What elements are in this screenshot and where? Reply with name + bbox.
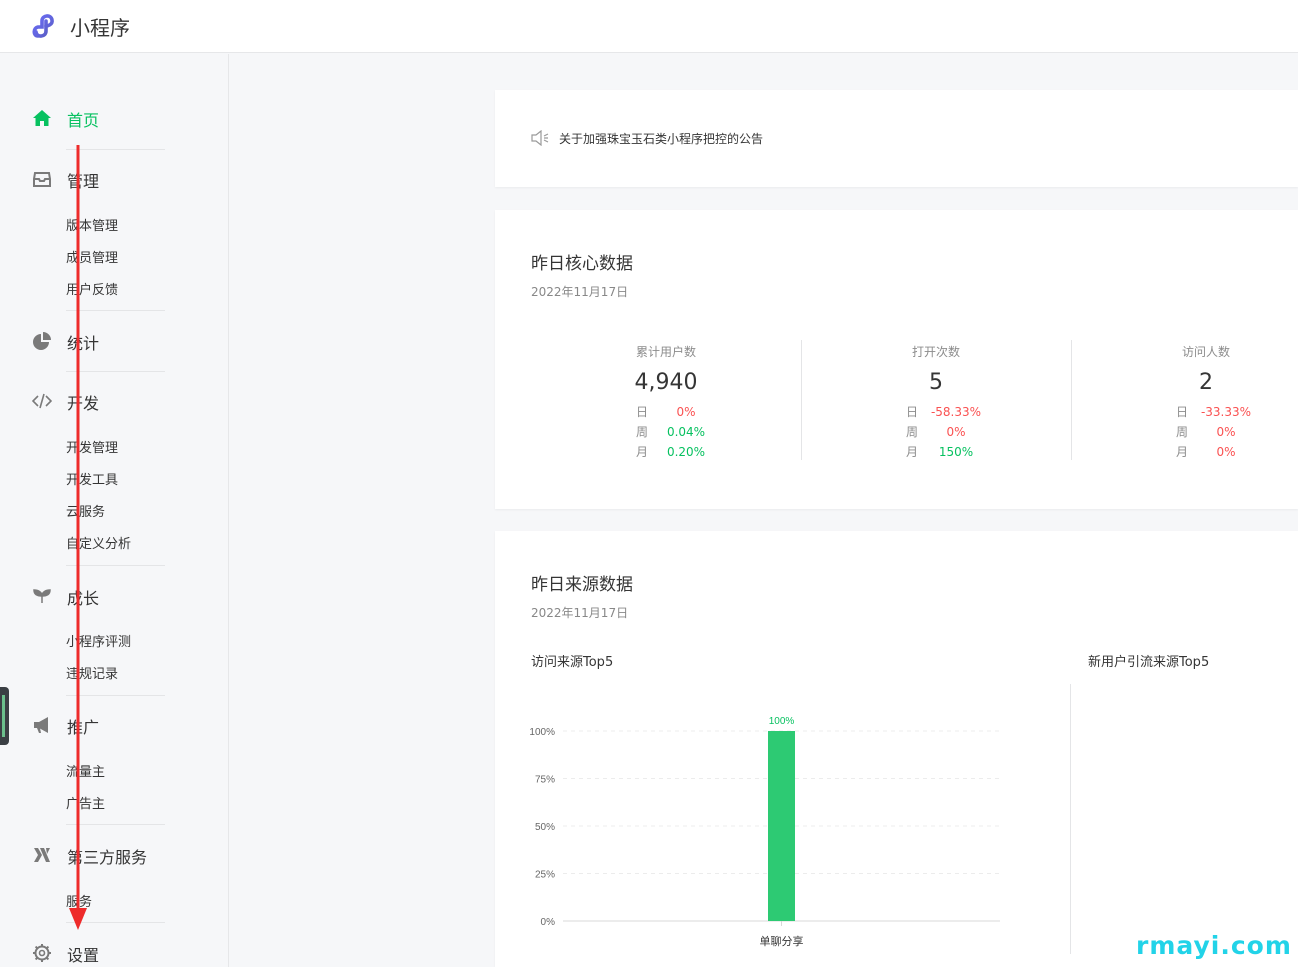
gear-icon — [33, 944, 51, 962]
sidebar-item-growth[interactable]: 成长 — [32, 585, 222, 609]
sidebar-item-promotion[interactable]: 推广 — [32, 714, 222, 738]
stat-row-key: 月 — [636, 445, 649, 459]
stat-row-key: 月 — [1176, 445, 1189, 459]
app-title[interactable]: 小程序 — [70, 12, 130, 41]
top-bar: 小程序 — [0, 0, 1298, 53]
visit-source-bar-chart: 0% 25% 50% 75% 100% 100% 单聊分享 — [529, 716, 1000, 948]
stat-row-value: 0.20% — [666, 445, 706, 459]
y-tick-label: 100% — [529, 727, 555, 738]
stat-row-value: 0% — [676, 405, 696, 419]
divider — [1070, 684, 1071, 954]
side-drawer-handle[interactable] — [0, 687, 9, 745]
x-tick-label: 单聊分享 — [760, 934, 804, 948]
sidebar-item-manage[interactable]: 管理 — [32, 168, 222, 192]
stat-row-key: 日 — [636, 405, 649, 419]
section-title: 昨日核心数据 — [531, 254, 633, 274]
watermark-text: rmayi.com — [1136, 931, 1292, 960]
section-title: 昨日来源数据 — [531, 575, 633, 595]
stat-value: 5 — [929, 370, 943, 395]
stat-row-key: 周 — [906, 425, 919, 439]
stat-value: 4,940 — [634, 370, 698, 395]
annotation-arrow-icon — [69, 145, 87, 930]
third-party-icon — [34, 848, 50, 862]
sidebar-item-develop[interactable]: 开发 — [32, 390, 222, 414]
stat-label: 累计用户数 — [635, 345, 696, 359]
stat-row-key: 月 — [906, 445, 919, 459]
sidebar-item-third-party[interactable]: 第三方服务 — [32, 844, 222, 868]
stat-row-value: 0% — [1216, 445, 1236, 459]
source-data-card: 昨日来源数据 2022年11月17日 访问来源Top5 新用户引流来源Top5 … — [495, 531, 1298, 967]
stat-row-value: 0% — [1216, 425, 1236, 439]
pie-chart-icon — [33, 332, 51, 350]
y-tick-label: 75% — [535, 775, 555, 786]
stat-open-count: 打开次数 5 日 -58.33% 周 0% 月 150% — [801, 343, 1071, 463]
stat-row-key: 日 — [906, 405, 919, 419]
megaphone-icon — [34, 717, 48, 733]
sidebar-item-label: 设置 — [67, 946, 100, 965]
sidebar-item-label: 首页 — [67, 111, 100, 130]
stat-row-key: 周 — [1176, 425, 1189, 439]
speaker-icon — [531, 130, 549, 146]
bar-data-label: 100% — [769, 716, 795, 727]
sidebar-item-home[interactable]: 首页 — [32, 107, 222, 131]
stat-row-value: -58.33% — [930, 405, 982, 419]
notice-card: 关于加强珠宝玉石类小程序把控的公告 — [495, 90, 1298, 187]
stat-row-value: 0.04% — [666, 425, 706, 439]
stat-row-key: 日 — [1176, 405, 1189, 419]
stat-row-value: 150% — [938, 445, 974, 459]
y-tick-label: 50% — [535, 822, 555, 833]
stat-value: 2 — [1199, 370, 1213, 395]
y-tick-label: 0% — [541, 917, 556, 928]
sidebar-item-stats[interactable]: 统计 — [32, 330, 222, 354]
stat-label: 打开次数 — [911, 345, 960, 359]
home-icon — [33, 110, 51, 126]
chart-bar — [768, 731, 795, 921]
stat-visitors: 访问人数 2 日 -33.33% 周 0% 月 0% — [1071, 343, 1298, 463]
notice-link[interactable]: 关于加强珠宝玉石类小程序把控的公告 — [559, 130, 763, 147]
y-tick-label: 25% — [535, 870, 555, 881]
miniprogram-logo-icon[interactable] — [32, 12, 62, 40]
sidebar-item-settings[interactable]: 设置 — [32, 942, 222, 966]
chart-title-visit-source: 访问来源Top5 — [531, 655, 614, 670]
section-date: 2022年11月17日 — [531, 285, 629, 299]
stat-row-value: -33.33% — [1200, 405, 1252, 419]
chart-title-new-user-source: 新用户引流来源Top5 — [1088, 655, 1210, 670]
core-data-card: 昨日核心数据 2022年11月17日 累计用户数 4,940 日 0% 周 0.04… — [495, 210, 1298, 509]
section-date: 2022年11月17日 — [531, 606, 629, 620]
stat-row-value: 0% — [946, 425, 966, 439]
stat-row-key: 周 — [636, 425, 649, 439]
code-icon — [32, 393, 52, 409]
inbox-icon — [33, 172, 51, 187]
stat-total-users: 累计用户数 4,940 日 0% 周 0.04% 月 0.20% — [531, 343, 801, 463]
stat-label: 访问人数 — [1181, 345, 1230, 359]
sprout-icon — [33, 589, 51, 603]
